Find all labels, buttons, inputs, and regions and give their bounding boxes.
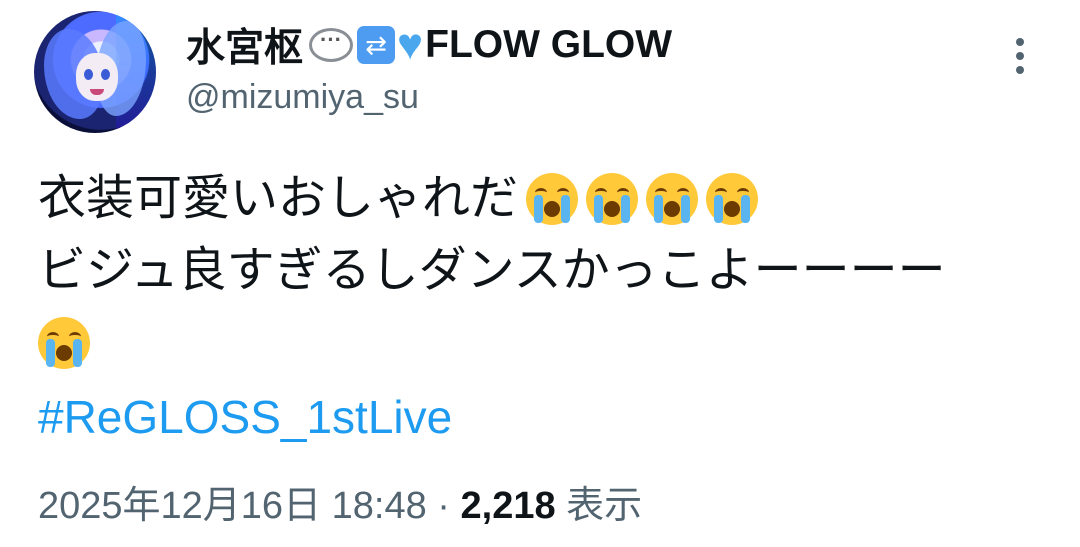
views-count: 2,218 <box>460 485 556 527</box>
avatar[interactable] <box>34 11 156 133</box>
avatar-eye <box>84 69 93 80</box>
tweet-line: ビジュ良すぎるしダンスかっこよーーーー <box>38 235 946 307</box>
hashtag-link[interactable]: #ReGLOSS_1stLive <box>38 390 452 444</box>
speech-bubble-icon <box>309 27 354 62</box>
loudly-crying-face-icon <box>586 173 639 225</box>
tweet-meta: 2025年12月16日 18:48 · 2,218 表示 <box>38 474 642 529</box>
author-name-row[interactable]: 水宮枢 ⇄ ♥ FLOW GLOW <box>186 17 672 73</box>
loudly-crying-face-icon <box>646 173 699 225</box>
tweet-line <box>38 307 946 379</box>
loudly-crying-face-icon <box>706 173 759 225</box>
loudly-crying-face-icon <box>38 317 90 369</box>
display-name[interactable]: 水宮枢 <box>186 17 303 73</box>
avatar-eye <box>101 69 110 80</box>
tweet-line-2-text: ビジュ良すぎるしダンスかっこよーーーー <box>38 244 946 297</box>
tweet-line: 衣装可愛いおしゃれだ <box>38 163 946 235</box>
repeat-icon: ⇄ <box>357 26 396 64</box>
tweet-line-1-text: 衣装可愛いおしゃれだ <box>38 172 519 225</box>
blue-heart-icon: ♥ <box>397 20 424 69</box>
views-label: 表示 <box>566 485 643 527</box>
more-options-icon[interactable] <box>1014 38 1026 78</box>
display-name-suffix[interactable]: FLOW GLOW <box>425 23 672 67</box>
tweet-body: 衣装可愛いおしゃれだ ビジュ良すぎるしダンスかっこよーーーー <box>38 163 946 379</box>
loudly-crying-face-icon <box>526 173 579 225</box>
author-handle[interactable]: @mizumiya_su <box>186 78 419 117</box>
meta-separator: · <box>437 485 450 527</box>
timestamp[interactable]: 2025年12月16日 18:48 <box>38 485 427 527</box>
